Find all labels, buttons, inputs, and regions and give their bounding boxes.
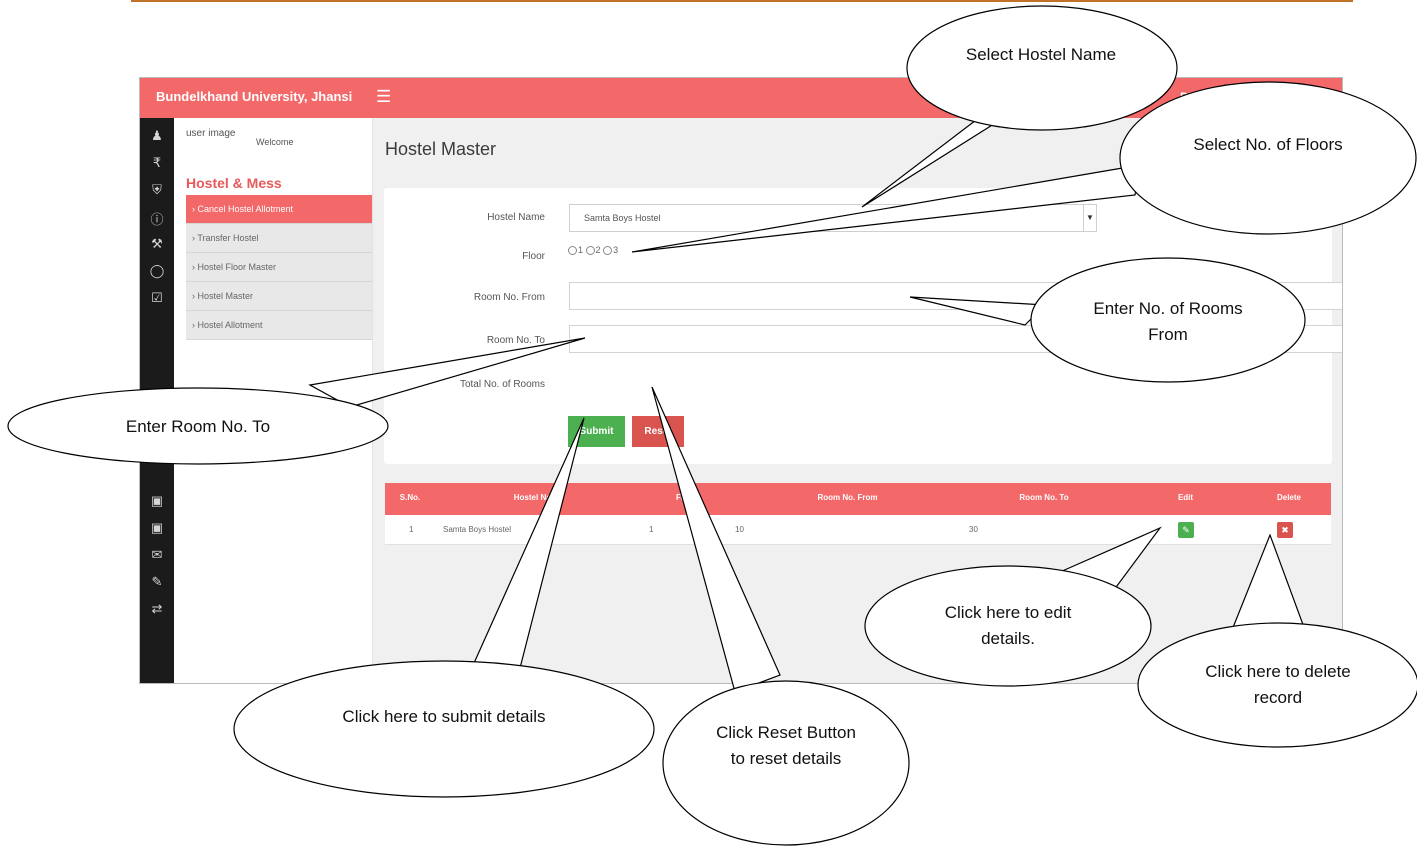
floor-option-label: 3 [613, 245, 619, 255]
room-from-label: Room No. From [473, 292, 545, 303]
user-icon[interactable]: ♟ [140, 128, 174, 144]
edit-button[interactable]: ✎ [1178, 522, 1194, 538]
submit-button[interactable]: Submit [568, 416, 625, 447]
info-icon[interactable]: ⓘ [140, 209, 174, 228]
checkbox-icon[interactable]: ☑ [140, 290, 174, 306]
cell-room-from: 10 [735, 525, 744, 534]
page-title: Hostel Master [385, 139, 497, 159]
top-navbar: Bundelkhand University, Jhansi ☰ DEEPAK … [140, 78, 1342, 118]
cell-floor: 1 [649, 525, 654, 534]
column-header: Edit [1177, 493, 1194, 502]
floor-radio-1[interactable] [568, 246, 577, 256]
floor-radio-group: 1 2 3 [568, 245, 619, 256]
close-icon: ✖ [1281, 525, 1289, 535]
sidebar-item-cancel-hostel-allotment[interactable]: › Cancel Hostel Allotment [186, 195, 372, 224]
sidebar-item-transfer-hostel[interactable]: › Transfer Hostel [186, 224, 372, 253]
icon-strip: ♟ ₹ ⛨ ⓘ ⚒ ◯ ☑ ▣ ▣ ✉ ✎ ⇄ [140, 118, 174, 683]
sidebar-item-label: Hostel Floor Master [197, 262, 277, 272]
cell-hostel-name: Samta Boys Hostel [443, 525, 512, 534]
callout-delete: Click here to delete record [1205, 662, 1351, 707]
callout-room-to: Enter Room No. To [125, 417, 271, 436]
sidebar-item-hostel-allotment[interactable]: › Hostel Allotment [186, 311, 372, 340]
table-header: S.No. Hostel Name Floor Room No. From Ro… [385, 483, 1331, 515]
room-to-label: Room No. To [486, 335, 545, 346]
sidebar: user image Welcome Hostel & Mess › Cance… [174, 118, 373, 683]
power-icon[interactable]: ⏻ [1308, 89, 1318, 105]
chevron-down-icon[interactable]: ▼ [1083, 205, 1096, 231]
column-header: Room No. From [817, 493, 878, 502]
callout-edit: Click here to edit details. [944, 603, 1072, 648]
callout-rooms-from: Enter No. of Rooms From [1093, 299, 1243, 344]
callout-reset: Click Reset Button to reset details [716, 723, 856, 768]
calendar-icon[interactable]: ▣ [140, 520, 174, 536]
shield-icon[interactable]: ⛨ [140, 182, 174, 198]
sidebar-item-hostel-floor-master[interactable]: › Hostel Floor Master [186, 253, 372, 282]
hostel-name-value: Samta Boys Hostel [584, 213, 661, 223]
floor-radio-2[interactable] [585, 246, 595, 256]
callout-hostel-name: Select Hostel Name [965, 45, 1117, 64]
column-header: Hostel Name [513, 493, 563, 502]
floor-label: Floor [522, 251, 545, 262]
circle-icon[interactable]: ◯ [140, 263, 174, 279]
column-header: Room No. To [1019, 493, 1069, 502]
sidebar-item-label: Hostel Allotment [197, 320, 263, 330]
sidebar-item-label: Transfer Hostel [197, 233, 259, 243]
cell-room-to: 30 [969, 525, 978, 534]
sidebar-menu: › Cancel Hostel Allotment › Transfer Hos… [186, 195, 372, 340]
floor-option-label: 1 [578, 245, 584, 255]
brand-title[interactable]: Bundelkhand University, Jhansi [156, 89, 352, 104]
floor-option-label: 2 [595, 245, 601, 255]
document-top-rule [131, 0, 1353, 2]
gavel-icon[interactable]: ⚒ [140, 236, 174, 252]
welcome-text: Welcome [256, 137, 294, 147]
rupee-icon[interactable]: ₹ [140, 155, 174, 171]
hamburger-icon[interactable]: ☰ [376, 87, 391, 107]
user-icon[interactable]: ● [1280, 89, 1288, 104]
shuffle-icon[interactable]: ⇄ [140, 601, 174, 617]
callout-submit: Click here to submit details [342, 707, 546, 726]
floor-radio-3[interactable] [603, 246, 613, 256]
delete-button[interactable]: ✖ [1277, 522, 1293, 538]
envelope-icon[interactable]: ✉ [140, 547, 174, 563]
app-window: Bundelkhand University, Jhansi ☰ DEEPAK … [139, 77, 1343, 684]
main-content: Hostel Master Hostel Name Samta Boys Hos… [373, 118, 1342, 683]
pencil-icon: ✎ [1182, 525, 1190, 535]
total-rooms-label: Total No. of Rooms [459, 379, 545, 390]
sidebar-item-hostel-master[interactable]: › Hostel Master [186, 282, 372, 311]
calendar-icon[interactable]: ▣ [140, 493, 174, 509]
column-header: S.No. [399, 493, 421, 502]
hostel-name-label: Hostel Name [487, 212, 545, 223]
reset-button[interactable]: Reset [632, 416, 684, 447]
edit-icon[interactable]: ✎ [140, 574, 174, 590]
user-image: user image [186, 128, 236, 139]
sidebar-item-label: Hostel Master [197, 291, 254, 301]
cell-sno: 1 [409, 525, 414, 534]
user-name[interactable]: DEEPAK TOMAR [1180, 90, 1276, 104]
column-header: Floor [676, 493, 696, 502]
sidebar-section-title: Hostel & Mess [186, 175, 282, 191]
callout-floors: Select No. of Floors [1193, 135, 1343, 154]
hostel-name-select[interactable]: Samta Boys Hostel ▼ [569, 204, 1097, 232]
column-header: Delete [1276, 493, 1301, 502]
table-row: 1 Samta Boys Hostel 1 10 30 ✎ ✖ [385, 515, 1331, 545]
sidebar-item-label: Cancel Hostel Allotment [197, 204, 294, 214]
